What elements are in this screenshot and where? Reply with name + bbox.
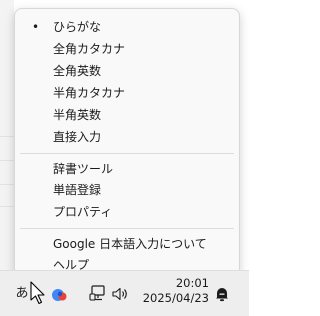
menu-item-label: 全角カタカナ bbox=[53, 42, 126, 56]
clock-date: 2025/04/23 bbox=[142, 291, 209, 305]
menu-item-dictionary-tool[interactable]: 辞書ツール bbox=[20, 158, 234, 180]
menu-item-label: 半角英数 bbox=[53, 108, 102, 122]
taskbar-clock[interactable]: 20:01 2025/04/23 bbox=[139, 276, 209, 312]
menu-item-direct-input[interactable]: 直接入力 bbox=[20, 126, 234, 148]
menu-item-label: プロパティ bbox=[53, 205, 113, 219]
google-ime-icon[interactable] bbox=[51, 286, 67, 302]
menu-item-label: 半角カタカナ bbox=[53, 86, 126, 100]
ime-mode-indicator[interactable]: あ bbox=[14, 285, 30, 303]
menu-item-label: 直接入力 bbox=[53, 130, 102, 144]
clock-time: 20:01 bbox=[175, 276, 209, 290]
menu-item-fullwidth-katakana[interactable]: 全角カタカナ bbox=[20, 38, 234, 60]
notification-bell-icon[interactable] bbox=[213, 285, 231, 303]
background-window-edge bbox=[0, 0, 14, 270]
menu-item-about[interactable]: Google 日本語入力について bbox=[20, 233, 234, 255]
menu-item-properties[interactable]: プロパティ bbox=[20, 201, 234, 223]
menu-item-label: Google 日本語入力について bbox=[53, 237, 207, 251]
ime-context-menu: • ひらがな 全角カタカナ 全角英数 半角カタカナ 半角英数 直接入力 辞書ツー… bbox=[14, 8, 240, 276]
menu-item-halfwidth-alphanumeric[interactable]: 半角英数 bbox=[20, 104, 234, 126]
menu-separator bbox=[20, 228, 234, 229]
taskbar: あ 20:01 2025/04/23 bbox=[0, 270, 249, 316]
menu-separator bbox=[20, 153, 234, 154]
background-window-line bbox=[0, 206, 14, 207]
menu-item-word-registration[interactable]: 単語登録 bbox=[20, 179, 234, 201]
menu-item-label: 辞書ツール bbox=[53, 162, 114, 176]
menu-item-label: 全角英数 bbox=[53, 64, 102, 78]
menu-item-label: 単語登録 bbox=[53, 183, 102, 197]
menu-item-halfwidth-katakana[interactable]: 半角カタカナ bbox=[20, 82, 234, 104]
mouse-cursor-icon bbox=[30, 281, 46, 305]
menu-item-fullwidth-alphanumeric[interactable]: 全角英数 bbox=[20, 60, 234, 82]
menu-item-label: ひらがな bbox=[53, 20, 102, 34]
background-window-line bbox=[0, 184, 14, 185]
background-window-line bbox=[0, 136, 14, 137]
selected-bullet-icon: • bbox=[32, 20, 40, 34]
network-icon[interactable] bbox=[89, 284, 107, 302]
menu-item-hiragana[interactable]: • ひらがな bbox=[20, 16, 234, 38]
volume-icon[interactable] bbox=[111, 285, 129, 303]
background-window-line bbox=[0, 160, 14, 161]
